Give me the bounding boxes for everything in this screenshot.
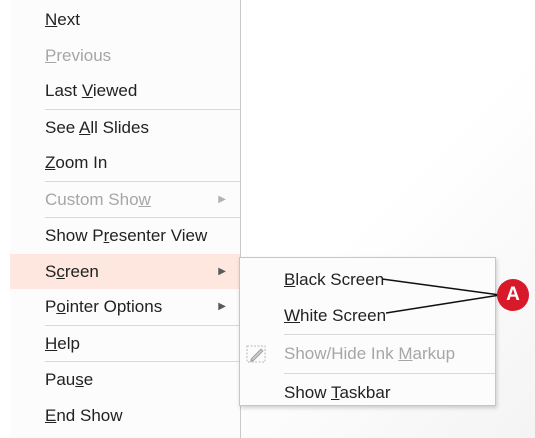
menu-item-custom-show[interactable]: Custom Show ▶ [10,182,240,218]
menu-item-zoom-in[interactable]: Zoom In [10,145,240,181]
menu-item-help[interactable]: Help [10,326,240,362]
menu-item-previous[interactable]: Previous [10,38,240,74]
menu-item-screen[interactable]: Screen ▶ [10,253,240,289]
submenu-item-show-taskbar[interactable]: Show Taskbar [240,375,495,411]
submenu-separator [284,334,495,335]
chevron-right-icon: ▶ [218,265,226,277]
menu-item-end-show[interactable]: End Show [10,398,240,434]
chevron-right-icon: ▶ [218,193,226,205]
submenu-item-show-hide-ink-markup[interactable]: Show/Hide Ink Markup [240,336,495,372]
slideshow-context-menu: Next Previous Last Viewed See All Slides… [10,0,241,438]
menu-item-show-presenter-view[interactable]: Show Presenter View [10,218,240,254]
menu-item-last-viewed[interactable]: Last Viewed [10,73,240,109]
ink-markup-icon [246,345,266,363]
submenu-separator [284,372,495,374]
menu-item-next[interactable]: Next [10,2,240,38]
submenu-item-black-screen[interactable]: Black Screen [240,262,495,298]
submenu-item-white-screen[interactable]: White Screen [240,298,495,334]
callout-badge: A [497,279,529,311]
chevron-right-icon: ▶ [218,301,226,312]
menu-item-pause[interactable]: Pause [10,362,240,398]
menu-item-see-all-slides[interactable]: See All Slides [10,110,240,146]
screen-submenu: Black Screen White Screen Show/Hide Ink … [239,257,496,406]
menu-item-pointer-options[interactable]: Pointer Options ▶ [10,289,240,325]
